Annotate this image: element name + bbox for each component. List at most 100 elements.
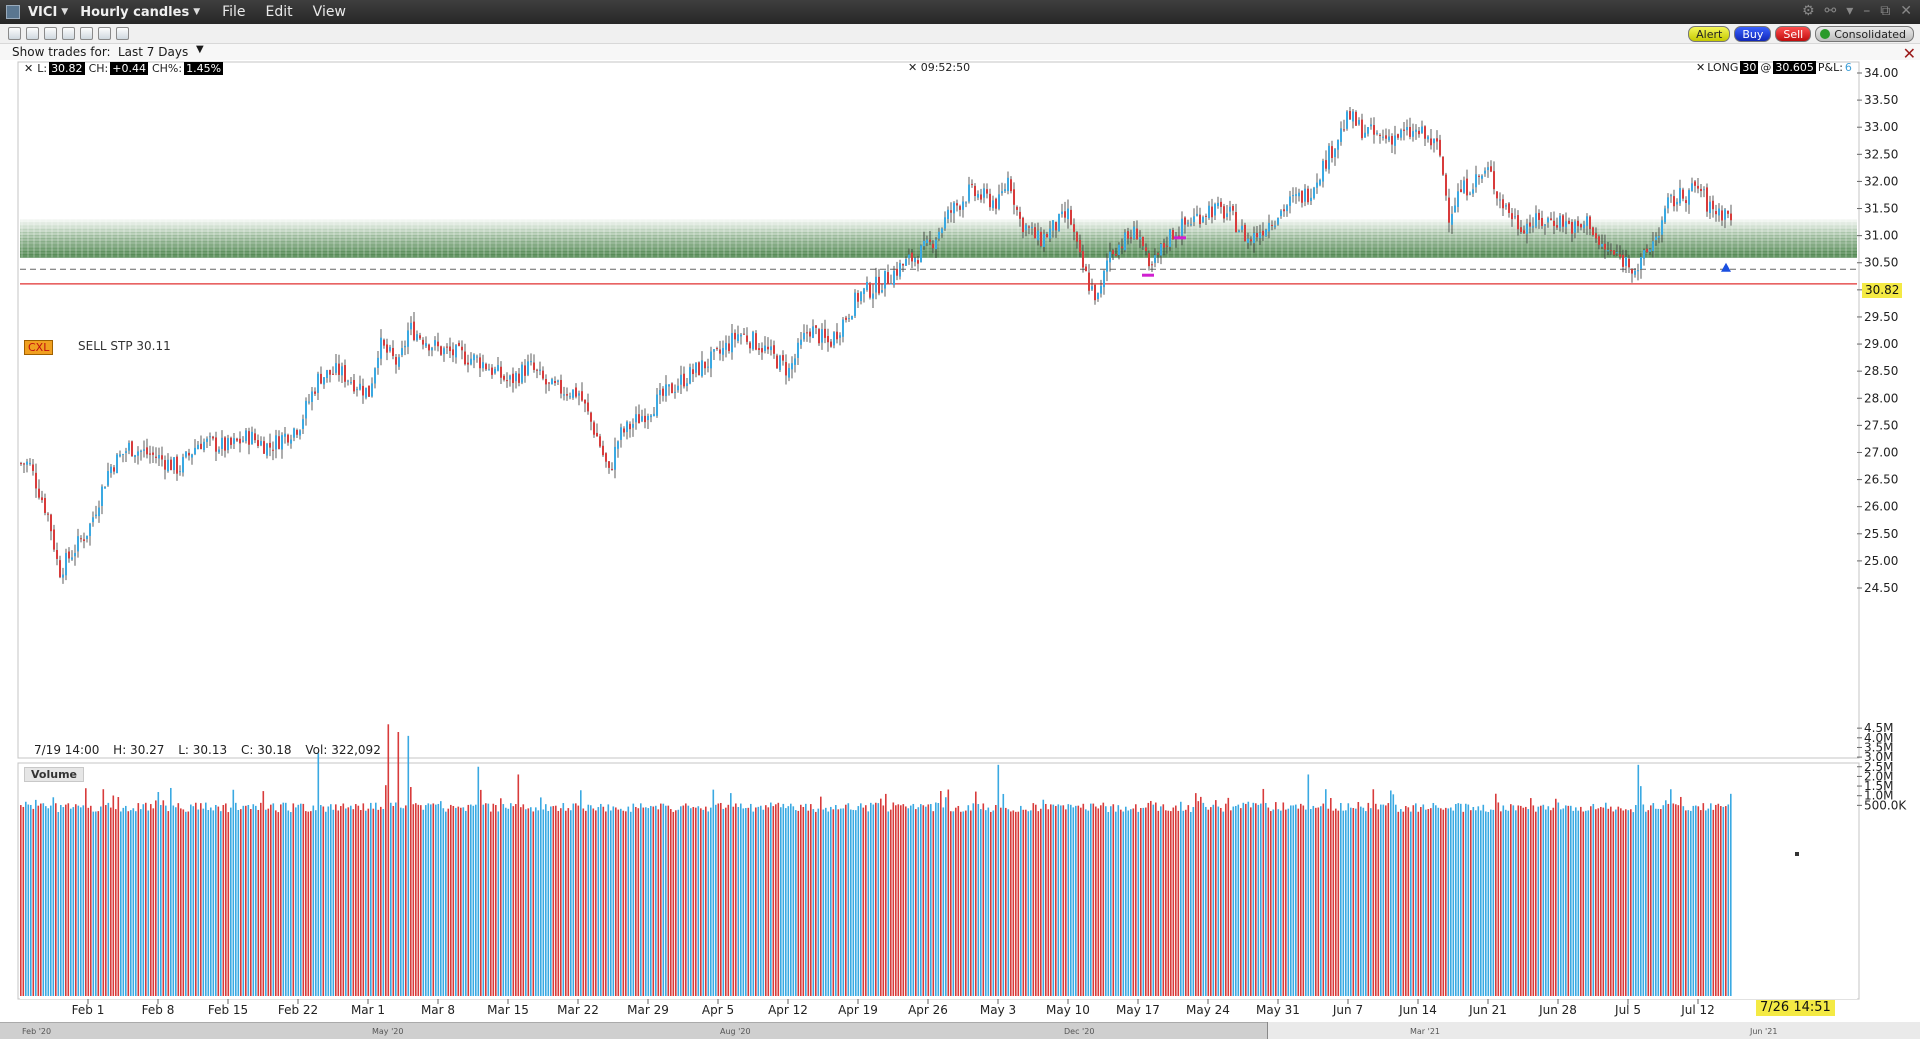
candle-body <box>44 497 46 513</box>
volume-bar <box>840 808 842 998</box>
volume-bar <box>1000 807 1002 998</box>
candle-body <box>581 391 583 401</box>
menu-file[interactable]: File <box>222 4 245 20</box>
chevron-down-icon[interactable]: ▼ <box>196 44 204 55</box>
minimize-icon[interactable]: – <box>1863 3 1870 19</box>
candle-body <box>23 463 25 465</box>
candle-body <box>512 373 514 384</box>
cancel-order-button[interactable]: CXL <box>24 340 54 355</box>
candle-body <box>290 439 292 444</box>
volume-bar <box>37 805 40 998</box>
price-tick-label: 26.00 <box>1864 500 1898 514</box>
volume-bar <box>520 807 522 998</box>
crosshair-icon[interactable] <box>98 27 111 40</box>
volume-bar <box>722 808 725 998</box>
candle-body <box>1067 208 1069 220</box>
volume-bar <box>680 806 682 998</box>
volume-bar <box>460 807 462 998</box>
candle-body <box>950 210 952 213</box>
volume-panel-label[interactable]: Volume <box>24 767 84 782</box>
candle-body <box>1718 208 1720 216</box>
volume-bar <box>1567 805 1570 998</box>
zoom-in-icon[interactable] <box>62 27 75 40</box>
chart-title[interactable]: Hourly candles <box>80 5 189 20</box>
candle-body <box>296 429 298 435</box>
volume-bar <box>1312 805 1315 998</box>
settings-icon[interactable]: ⚙ <box>1802 3 1815 19</box>
volume-bar <box>750 803 752 998</box>
candle-body <box>1646 248 1648 253</box>
close-position-icon[interactable]: ✕ <box>1696 61 1705 74</box>
indicator-icon[interactable] <box>44 27 57 40</box>
candle-body <box>149 453 151 455</box>
symbol-dropdown-icon[interactable]: ▼ <box>61 7 68 17</box>
candle-body <box>1022 217 1024 233</box>
dropdown-icon[interactable]: ▾ <box>1846 3 1853 19</box>
close-icon[interactable]: ✕ <box>1900 3 1912 19</box>
volume-bar <box>1042 799 1045 998</box>
consolidated-button[interactable]: Consolidated <box>1815 26 1914 42</box>
candle-body <box>569 396 571 398</box>
volume-bar <box>280 804 282 998</box>
close-quote-icon[interactable]: ✕ <box>24 62 33 75</box>
sell-button[interactable]: Sell <box>1775 26 1812 42</box>
volume-bar <box>1285 809 1287 998</box>
volume-bar <box>130 810 132 998</box>
volume-bar <box>965 810 967 998</box>
volume-bar <box>1095 806 1097 998</box>
volume-bar <box>1557 802 1560 998</box>
drawing-icon[interactable] <box>116 27 129 40</box>
buy-button[interactable]: Buy <box>1734 26 1772 42</box>
candle-body <box>1010 179 1012 192</box>
volume-bar <box>262 791 265 998</box>
candle-body <box>1151 264 1153 266</box>
candle-body <box>1238 230 1240 233</box>
layout-icon[interactable] <box>8 27 21 40</box>
volume-bar <box>762 809 765 998</box>
volume-bar <box>207 810 210 998</box>
chart-type-icon[interactable] <box>26 27 39 40</box>
candle-body <box>599 436 601 447</box>
link-icon[interactable]: ⚯ <box>1825 3 1837 19</box>
candle-body <box>1274 225 1276 228</box>
candle-body <box>1640 256 1642 270</box>
volume-bar <box>650 805 652 998</box>
candle-body <box>104 486 106 489</box>
volume-bar <box>1525 806 1527 998</box>
date-tick-label: May 24 <box>1186 1003 1230 1017</box>
restore-icon[interactable]: ⧉ <box>1880 3 1890 19</box>
menu-edit[interactable]: Edit <box>266 4 293 20</box>
symbol-label[interactable]: VICI <box>28 5 57 20</box>
volume-bar <box>647 808 650 998</box>
candle-body <box>1730 213 1732 221</box>
candle-body <box>269 442 271 448</box>
close-time-icon[interactable]: ✕ <box>908 61 917 74</box>
chart-canvas[interactable]: 34.00 33.50 33.00 32.50 32.00 31.50 31.00 30.50… <box>0 60 1920 1039</box>
volume-bar <box>807 810 810 998</box>
volume-bar <box>587 804 590 998</box>
navigator-window[interactable] <box>1267 1022 1920 1039</box>
trades-period-select[interactable]: Last 7 Days <box>118 45 188 59</box>
volume-bar <box>1242 802 1245 998</box>
volume-bar <box>1137 811 1140 998</box>
volume-bar <box>1335 808 1337 998</box>
menu-view[interactable]: View <box>313 4 346 20</box>
candle-body <box>830 341 832 347</box>
volume-bar <box>872 804 875 998</box>
candle-body <box>308 401 310 403</box>
zoom-out-icon[interactable] <box>80 27 93 40</box>
candle-body <box>26 461 28 465</box>
candle-body <box>293 428 295 438</box>
chart-title-dropdown-icon[interactable]: ▼ <box>193 7 200 17</box>
candle-body <box>236 438 238 441</box>
candle-body <box>1613 250 1615 255</box>
chart-area[interactable]: 34.00 33.50 33.00 32.50 32.00 31.50 31.00 30.50… <box>0 60 1920 1039</box>
volume-bar <box>1235 805 1237 998</box>
volume-bar <box>1300 803 1302 998</box>
candle-body <box>809 331 811 337</box>
volume-bar <box>577 805 580 998</box>
volume-bar <box>160 805 162 998</box>
alert-button[interactable]: Alert <box>1688 26 1731 42</box>
candle-body <box>1280 210 1282 217</box>
volume-bar <box>250 809 252 998</box>
